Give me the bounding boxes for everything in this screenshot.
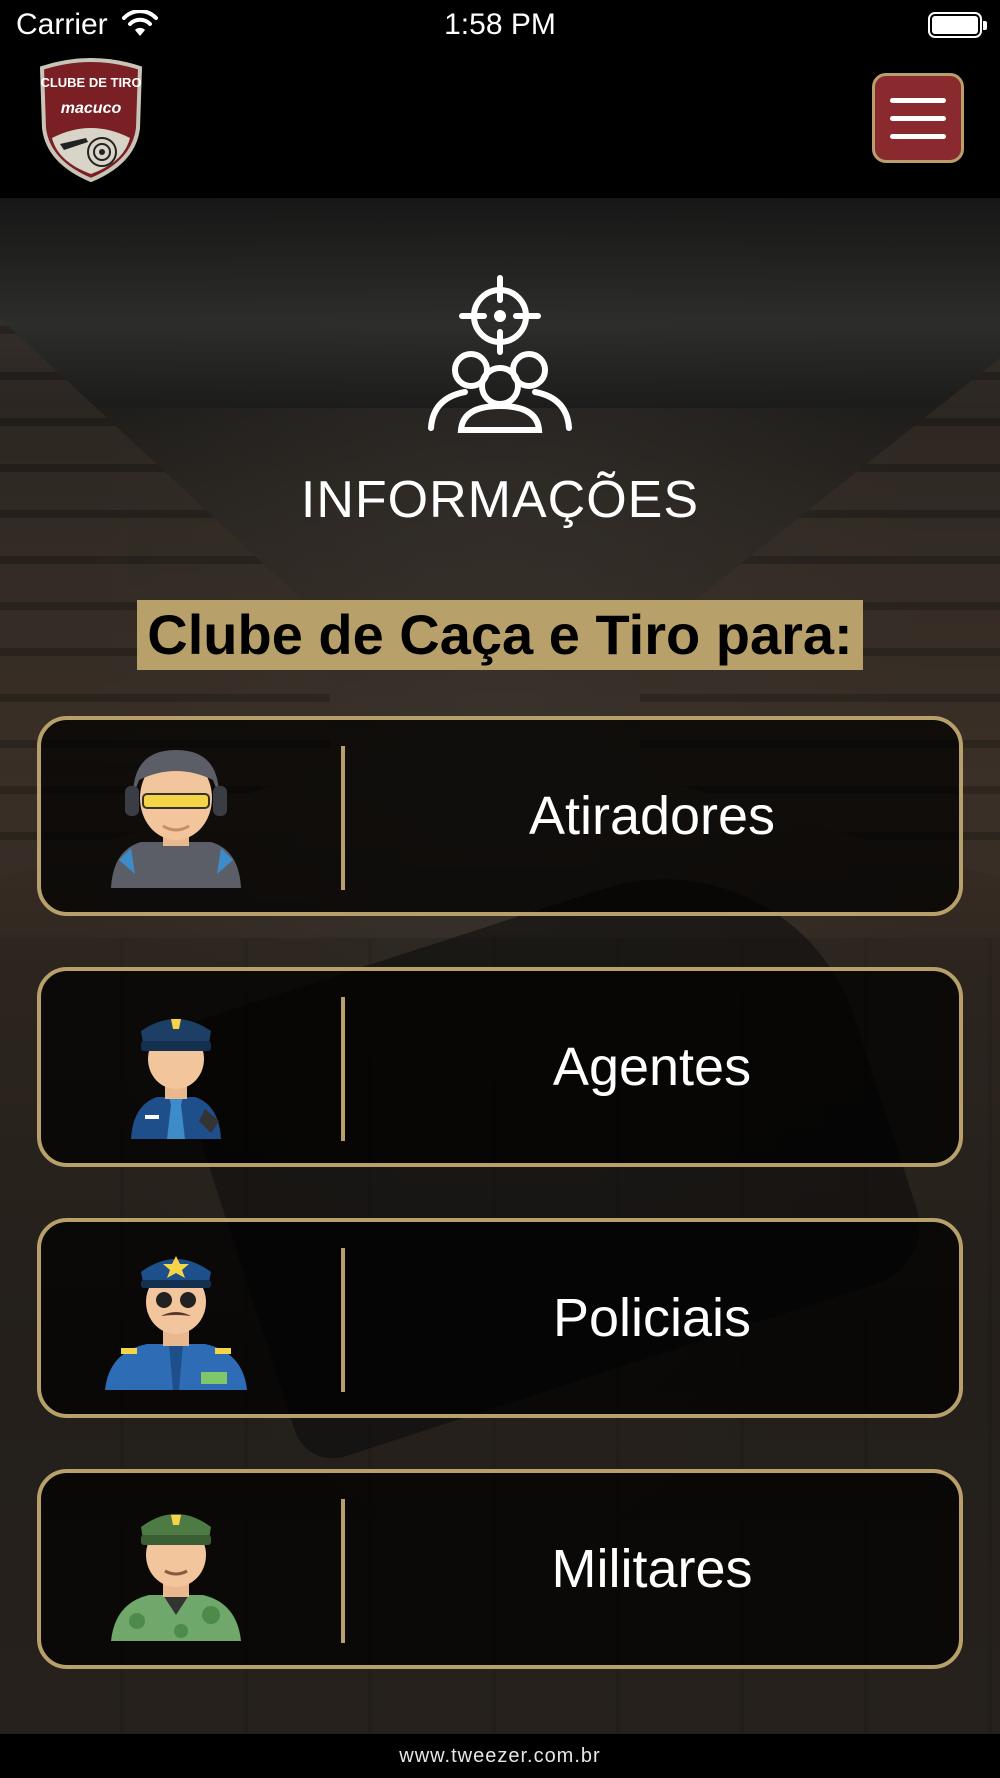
- website-footer: www.tweezer.com.br: [0, 1734, 1000, 1778]
- clock: 1:58 PM: [444, 8, 556, 41]
- subtitle: Clube de Caça e Tiro para:: [137, 600, 863, 670]
- category-label: Militares: [551, 1539, 753, 1599]
- logo-text: CLUBE DE TIRO macuco: [38, 75, 144, 117]
- status-bar: Carrier 1:58 PM: [0, 0, 1000, 50]
- category-card-policiais[interactable]: Policiais: [37, 1218, 963, 1418]
- menu-button[interactable]: [872, 73, 964, 163]
- category-card-agentes[interactable]: Agentes: [37, 967, 963, 1167]
- club-logo[interactable]: CLUBE DE TIRO macuco: [38, 58, 144, 183]
- category-label: Policiais: [552, 1288, 752, 1348]
- target-crowd-icon: [428, 275, 572, 433]
- page-title: INFORMAÇÕES: [300, 471, 700, 529]
- battery-icon: [928, 12, 987, 38]
- logo-line-1: CLUBE DE TIRO: [40, 75, 142, 90]
- agent-avatar-icon: [131, 1019, 221, 1139]
- police-avatar-icon: [105, 1256, 247, 1390]
- main-content: INFORMAÇÕES Clube de Caça e Tiro para: A…: [0, 198, 1000, 1734]
- category-label: Agentes: [552, 1037, 752, 1097]
- app-header: CLUBE DE TIRO macuco: [0, 50, 1000, 198]
- category-card-atiradores[interactable]: Atiradores: [37, 716, 963, 916]
- category-card-militares[interactable]: Militares: [37, 1469, 963, 1669]
- subtitle-wrap: Clube de Caça e Tiro para:: [0, 600, 1000, 670]
- shooter-avatar-icon: [111, 750, 241, 888]
- logo-line-2: macuco: [60, 100, 122, 117]
- military-avatar-icon: [111, 1514, 241, 1641]
- category-label: Atiradores: [528, 786, 776, 846]
